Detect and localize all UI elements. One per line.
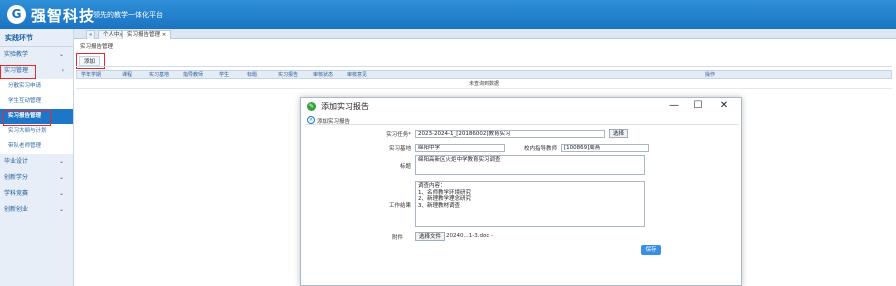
- selected-file-name: 20240...1-3.doc -: [446, 233, 494, 239]
- add-button[interactable]: 添加: [79, 56, 101, 66]
- chevron-down-icon: ⌄: [58, 174, 64, 181]
- close-circle-icon[interactable]: ×: [307, 116, 315, 124]
- tab-label: 实习报告管理: [127, 32, 161, 38]
- app-header: G 强智科技 领先的教学一体化平台: [0, 0, 896, 29]
- col-header-review-comment[interactable]: 审核意见: [347, 71, 367, 79]
- col-header-base[interactable]: 实习基地: [149, 71, 169, 79]
- chevron-down-icon: ⌄: [58, 190, 64, 197]
- grid-header: 学年学期 课程 实习基地 指导教师 学生 标题 实习报告 审核状态 审核意见 操…: [76, 70, 892, 79]
- sidebar-item-student-interaction[interactable]: 学生互动管理: [0, 94, 73, 109]
- choose-file-button[interactable]: 选择文件: [415, 232, 446, 241]
- add-report-icon: ✎: [307, 102, 316, 111]
- sidebar-group-label: 学科竞赛: [4, 190, 29, 197]
- tab-report-management[interactable]: 实习报告管理 ×: [122, 30, 172, 39]
- logo-icon: G: [7, 5, 26, 24]
- col-header-term[interactable]: 学年学期: [81, 71, 101, 79]
- sidebar-group-label: 创新学分: [4, 174, 29, 181]
- sidebar-group-graduation[interactable]: 毕业设计 ⌄: [0, 154, 73, 170]
- brand-name: 强智科技: [31, 7, 96, 25]
- collapse-tabs-icon[interactable]: «: [86, 30, 96, 39]
- breadcrumb: 实习报告管理: [80, 44, 114, 50]
- teacher-label: 校内指导教师: [523, 146, 557, 152]
- dialog-titlebar: ✎ 添加实习报告 — ☐ ✕: [301, 98, 741, 115]
- title-label: 标题: [399, 164, 411, 170]
- brand-slogan: 领先的教学一体化平台: [93, 11, 163, 19]
- save-button[interactable]: 保存: [641, 245, 661, 255]
- task-label: 实习任务*: [386, 132, 411, 138]
- sidebar-item-dispersed-application[interactable]: 分散实习申请: [0, 79, 73, 94]
- chevron-down-icon: ⌄: [58, 206, 64, 213]
- work-result-field[interactable]: 调查内容： 1、名师教学环境研究 2、新理教学理念研究 3、新理教材调查: [415, 181, 645, 227]
- base-field[interactable]: 绵阳中学: [415, 144, 505, 152]
- teacher-field[interactable]: [100869]周燕: [561, 144, 649, 152]
- dialog-title: 添加实习报告: [321, 102, 369, 111]
- minimize-icon[interactable]: —: [663, 99, 685, 113]
- title-field[interactable]: 绵阳高新区火炬中学教育实习调查: [415, 155, 645, 175]
- col-header-actions: 操作: [705, 72, 716, 78]
- col-header-course[interactable]: 课程: [122, 71, 132, 79]
- dialog-inner-title: 添加实习报告: [317, 119, 351, 125]
- sidebar-group-competition[interactable]: 学科竞赛 ⌄: [0, 186, 73, 202]
- highlight-internship-group: [0, 65, 36, 79]
- work-result-label: 工作结果: [388, 203, 411, 209]
- col-header-title[interactable]: 标题: [247, 71, 257, 79]
- highlight-report-item: [3, 111, 51, 126]
- sidebar-item-lead-teacher[interactable]: 带队老师管理: [0, 139, 73, 154]
- add-report-dialog: ✎ 添加实习报告 — ☐ ✕ × 添加实习报告 实习任务* 2023-2024-…: [300, 97, 742, 286]
- maximize-icon[interactable]: ☐: [687, 99, 709, 113]
- sidebar-group-innovation-credit[interactable]: 创新学分 ⌄: [0, 170, 73, 186]
- sidebar-item-syllabus-plan[interactable]: 实习大纲与计划: [0, 124, 73, 139]
- attachment-label: 附件: [391, 235, 403, 241]
- tab-bar: « 个人中心 实习报告管理 ×: [74, 29, 896, 39]
- chevron-left-icon: ‹: [61, 67, 64, 74]
- task-field[interactable]: 2023-2024-1_[20186002]教育实习: [415, 130, 605, 138]
- sidebar-group-label: 实验教学: [4, 51, 29, 58]
- sidebar-group-label: 毕业设计: [4, 158, 29, 165]
- chevron-down-icon: ⌄: [58, 158, 64, 165]
- sidebar-group-experiment[interactable]: 实验教学 ⌄: [0, 47, 73, 63]
- close-icon[interactable]: ×: [162, 32, 167, 38]
- col-header-report[interactable]: 实习报告: [278, 71, 298, 79]
- base-label: 实习基地: [388, 146, 411, 152]
- chevron-down-icon: ⌄: [58, 51, 64, 58]
- sidebar-group-label: 创新创业: [4, 206, 29, 213]
- sidebar-title: 实践环节: [0, 29, 73, 47]
- col-header-review-status[interactable]: 审核状态: [313, 71, 333, 79]
- dialog-inner-header: × 添加实习报告: [305, 116, 739, 125]
- col-header-teacher[interactable]: 指导教师: [183, 71, 203, 79]
- sidebar-group-entrepreneurship[interactable]: 创新创业 ⌄: [0, 202, 73, 218]
- col-header-student[interactable]: 学生: [219, 71, 229, 79]
- close-icon[interactable]: ✕: [713, 99, 735, 113]
- select-task-button[interactable]: 选择: [609, 129, 629, 138]
- empty-state: 未查询到数据: [76, 80, 892, 89]
- toolbar: 添加: [76, 55, 892, 67]
